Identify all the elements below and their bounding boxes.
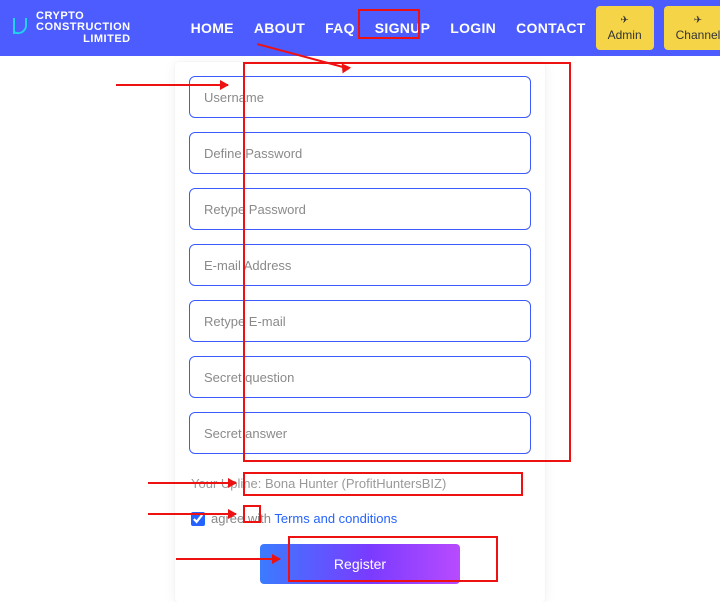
- nav-login[interactable]: LOGIN: [440, 14, 506, 42]
- nav-faq[interactable]: FAQ: [315, 14, 365, 42]
- password-input[interactable]: [204, 146, 516, 161]
- agree-prefix: agree with: [211, 511, 274, 526]
- email-field-wrap: [189, 244, 531, 286]
- header-buttons: ✈ Admin ✈ Channel: [596, 6, 720, 50]
- brand-logo: CRYPTO CONSTRUCTION LIMITED: [8, 11, 131, 46]
- channel-button[interactable]: ✈ Channel: [664, 6, 720, 50]
- nav-home[interactable]: HOME: [181, 14, 244, 42]
- nav-about[interactable]: ABOUT: [244, 14, 315, 42]
- secret-question-input[interactable]: [204, 370, 516, 385]
- paper-plane-icon: ✈: [608, 16, 642, 26]
- email-input[interactable]: [204, 258, 516, 273]
- secret-answer-input[interactable]: [204, 426, 516, 441]
- retype-email-input[interactable]: [204, 314, 516, 329]
- logo-icon: [8, 14, 32, 41]
- upline-text: Your Upline: Bona Hunter (ProfitHuntersB…: [189, 472, 531, 495]
- question-field-wrap: [189, 356, 531, 398]
- top-header: CRYPTO CONSTRUCTION LIMITED HOME ABOUT F…: [0, 0, 720, 56]
- paper-plane-icon: ✈: [676, 16, 720, 26]
- brand-line1: CRYPTO CONSTRUCTION: [36, 10, 131, 34]
- admin-button-label: Admin: [608, 28, 642, 42]
- agree-row: agree with Terms and conditions: [189, 511, 531, 526]
- email2-field-wrap: [189, 300, 531, 342]
- password2-field-wrap: [189, 188, 531, 230]
- channel-button-label: Channel: [676, 28, 720, 42]
- nav-signup[interactable]: SIGNUP: [365, 14, 440, 42]
- nav-contact[interactable]: CONTACT: [506, 14, 596, 42]
- answer-field-wrap: [189, 412, 531, 454]
- page-body: Your Upline: Bona Hunter (ProfitHuntersB…: [0, 56, 720, 602]
- main-nav: HOME ABOUT FAQ SIGNUP LOGIN CONTACT: [181, 14, 596, 42]
- signup-card: Your Upline: Bona Hunter (ProfitHuntersB…: [175, 62, 545, 602]
- retype-password-input[interactable]: [204, 202, 516, 217]
- register-button[interactable]: Register: [260, 544, 460, 584]
- username-field-wrap: [189, 76, 531, 118]
- password-field-wrap: [189, 132, 531, 174]
- brand-line2: LIMITED: [36, 34, 131, 46]
- agree-checkbox[interactable]: [191, 512, 205, 526]
- username-input[interactable]: [204, 90, 516, 105]
- terms-link[interactable]: Terms and conditions: [274, 511, 397, 526]
- admin-button[interactable]: ✈ Admin: [596, 6, 654, 50]
